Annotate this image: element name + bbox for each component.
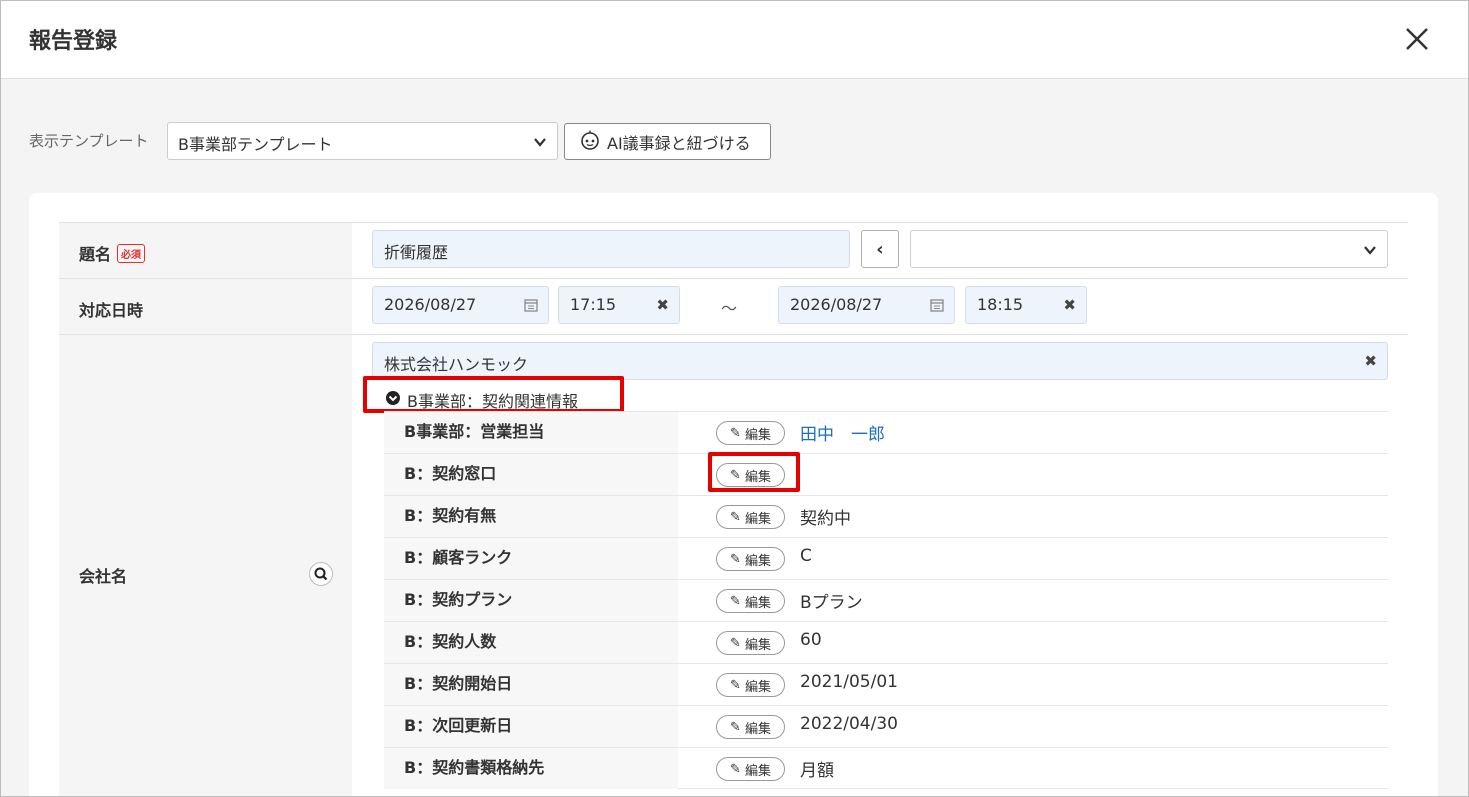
field-label: B：契約窓口	[384, 454, 678, 495]
subject-input[interactable]: 折衝履歴	[372, 230, 850, 268]
edit-label: 編集	[744, 679, 771, 695]
edit-label: 編集	[744, 427, 771, 443]
field-label: B：契約有無	[384, 496, 678, 537]
template-label: 表示テンプレート	[29, 132, 149, 150]
edit-label: 編集	[744, 511, 771, 527]
search-icon[interactable]	[309, 562, 333, 586]
robot-icon	[579, 130, 601, 154]
field-row: B：顧客ランク ✎ 編集 C	[384, 537, 1388, 579]
company-label: 会社名	[79, 567, 128, 586]
end-date-value: 2026/08/27	[790, 295, 883, 314]
field-row: B事業部：営業担当 ✎ 編集 田中 一郎	[384, 411, 1388, 453]
template-select[interactable]: B事業部テンプレート	[167, 122, 558, 160]
field-label: B：次回更新日	[384, 706, 678, 747]
edit-button[interactable]: ✎ 編集	[716, 421, 785, 445]
highlight-box-section	[363, 376, 624, 413]
edit-button[interactable]: ✎ 編集	[716, 505, 785, 529]
subject-label-cell: 題名 必須	[59, 223, 352, 279]
field-label: B：顧客ランク	[384, 538, 678, 579]
edit-button[interactable]: ✎ 編集	[716, 715, 785, 739]
pencil-icon: ✎	[730, 551, 741, 567]
clear-icon[interactable]: ✖	[1063, 296, 1076, 314]
field-value: 月額	[800, 761, 834, 781]
subject-prev-button[interactable]: ‹	[861, 230, 899, 268]
close-icon[interactable]	[1399, 21, 1435, 57]
form-table: 題名 必須 折衝履歴 ‹ 対応日時 2026/08/27 17:15 ✖ ～ 2…	[59, 222, 1408, 796]
field-value-link[interactable]: 田中 一郎	[800, 420, 885, 445]
edit-button[interactable]: ✎ 編集	[716, 673, 785, 697]
ai-button-label: AI議事録と紐づける	[607, 133, 751, 153]
edit-label: 編集	[744, 721, 771, 737]
field-row: B：契約開始日 ✎ 編集 2021/05/01	[384, 663, 1388, 705]
end-time-value: 18:15	[977, 295, 1024, 314]
template-select-value: B事業部テンプレート	[178, 135, 333, 154]
chevron-down-icon	[533, 134, 547, 153]
field-row: B：契約窓口 ✎ 編集	[384, 453, 1388, 495]
field-row: B：次回更新日 ✎ 編集 2022/04/30	[384, 705, 1388, 747]
pencil-icon: ✎	[730, 593, 741, 609]
date-range-separator: ～	[721, 299, 738, 318]
field-row: B：契約有無 ✎ 編集 契約中	[384, 495, 1388, 537]
subject-value-cell: 折衝履歴 ‹	[352, 223, 1408, 279]
field-value: C	[800, 546, 812, 566]
edit-label: 編集	[744, 637, 771, 653]
ai-minutes-link-button[interactable]: AI議事録と紐づける	[564, 123, 771, 160]
end-time-input[interactable]: 18:15 ✖	[965, 286, 1087, 324]
field-label: B事業部：営業担当	[384, 412, 678, 453]
modal-header: 報告登録	[1, 1, 1468, 79]
edit-button[interactable]: ✎ 編集	[716, 631, 785, 655]
report-registration-modal: 報告登録 表示テンプレート B事業部テンプレート AI議事録と紐づける 題名 必…	[0, 0, 1469, 797]
edit-button[interactable]: ✎ 編集	[716, 757, 785, 781]
pencil-icon: ✎	[730, 635, 741, 651]
clear-icon[interactable]: ✖	[1364, 352, 1377, 370]
subject-label: 題名	[79, 245, 112, 264]
clear-icon[interactable]: ✖	[656, 296, 669, 314]
start-date-input[interactable]: 2026/08/27	[372, 286, 549, 324]
field-label: B：契約人数	[384, 622, 678, 663]
edit-button[interactable]: ✎ 編集	[716, 589, 785, 613]
chevron-down-icon	[1363, 242, 1377, 261]
company-value: 株式会社ハンモック	[384, 355, 529, 374]
field-value: 2021/05/01	[800, 672, 898, 692]
field-label: B：契約開始日	[384, 664, 678, 705]
field-row: B：契約書類格納先 ✎ 編集 月額	[384, 747, 1388, 789]
pencil-icon: ✎	[730, 509, 741, 525]
field-value: 2022/04/30	[800, 714, 898, 734]
calendar-icon[interactable]	[524, 297, 538, 316]
field-value: 60	[800, 630, 822, 650]
calendar-icon[interactable]	[930, 297, 944, 316]
highlight-box-edit	[708, 452, 800, 492]
start-time-input[interactable]: 17:15 ✖	[558, 286, 680, 324]
start-date-value: 2026/08/27	[384, 295, 477, 314]
pencil-icon: ✎	[730, 719, 741, 735]
pencil-icon: ✎	[730, 761, 741, 777]
pencil-icon: ✎	[730, 677, 741, 693]
field-value: Bプラン	[800, 593, 863, 613]
company-label-cell: 会社名	[59, 335, 352, 796]
field-row: B：契約人数 ✎ 編集 60	[384, 621, 1388, 663]
field-label: B：契約書類格納先	[384, 748, 678, 789]
start-time-value: 17:15	[570, 295, 617, 314]
field-value: 契約中	[800, 509, 851, 529]
modal-title: 報告登録	[29, 29, 118, 54]
datetime-value-cell: 2026/08/27 17:15 ✖ ～ 2026/08/27 18:15 ✖	[352, 279, 1408, 335]
edit-label: 編集	[744, 763, 771, 779]
edit-button[interactable]: ✎ 編集	[716, 547, 785, 571]
pencil-icon: ✎	[730, 425, 741, 441]
subject-template-select[interactable]	[910, 230, 1388, 268]
datetime-label-cell: 対応日時	[59, 279, 352, 335]
field-label: B：契約プラン	[384, 580, 678, 621]
end-date-input[interactable]: 2026/08/27	[778, 286, 955, 324]
company-input[interactable]: 株式会社ハンモック ✖	[372, 342, 1388, 380]
field-row: B：契約プラン ✎ 編集 Bプラン	[384, 579, 1388, 621]
edit-label: 編集	[744, 595, 771, 611]
required-badge: 必須	[117, 244, 146, 263]
datetime-label: 対応日時	[79, 301, 144, 320]
edit-label: 編集	[744, 553, 771, 569]
